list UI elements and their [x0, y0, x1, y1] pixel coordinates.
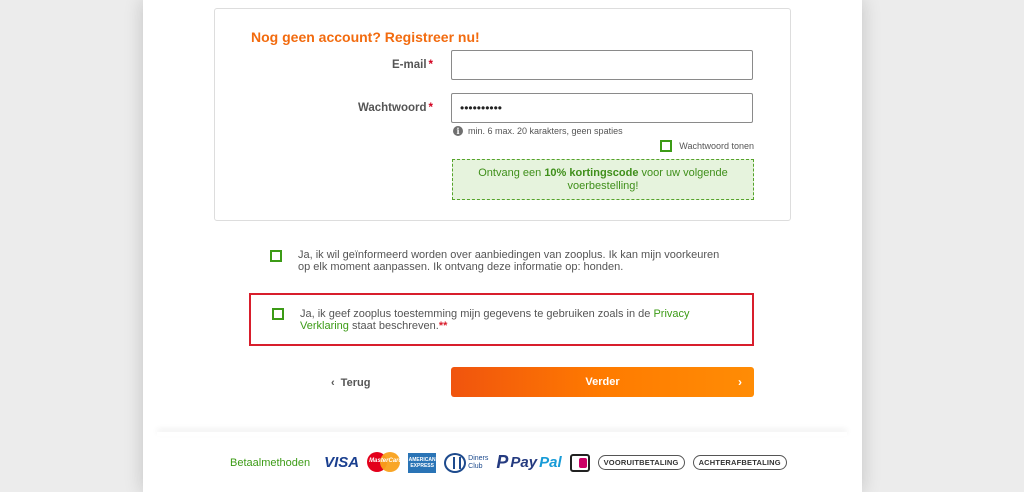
pay-afterwards-badge: ACHTERAFBETALING [692, 455, 787, 470]
show-password-checkbox[interactable] [660, 140, 673, 152]
diners-club-logo: Diners Club [444, 452, 488, 473]
password-field[interactable] [451, 93, 753, 123]
newsletter-checkbox[interactable] [270, 250, 282, 262]
register-card: Nog geen account? Registreer nu! E-mail *… [214, 8, 791, 221]
privacy-consent-text: Ja, ik geef zooplus toestemming mijn geg… [300, 308, 690, 332]
prepayment-badge: VOORUITBETALING [597, 455, 685, 470]
chevron-right-icon: › [738, 375, 742, 389]
mastercard-logo: MasterCard [367, 452, 402, 473]
required-marker: * [428, 102, 433, 114]
chevron-left-icon: ‹ [331, 377, 335, 389]
privacy-consent-optin[interactable]: Ja, ik geef zooplus toestemming mijn geg… [272, 308, 732, 332]
info-icon: i [453, 126, 463, 136]
show-password-toggle[interactable]: Wachtwoord tonen [660, 140, 754, 152]
required-marker: * [428, 59, 433, 71]
newsletter-optin[interactable]: Ja, ik wil geïnformeerd worden over aanb… [270, 249, 730, 273]
privacy-consent-checkbox[interactable] [272, 308, 284, 320]
paypal-icon: P [496, 452, 509, 472]
password-hint: i min. 6 max. 20 karakters, geen spaties [453, 126, 623, 136]
newsletter-text: Ja, ik wil geïnformeerd worden over aanb… [298, 249, 720, 273]
paypal-logo: P Pay Pal [496, 452, 562, 472]
discount-promo-box: Ontvang een 10% kortingscode voor uw vol… [452, 159, 754, 200]
visa-logo: VISA [324, 454, 360, 471]
register-title: Nog geen account? Registreer nu! [251, 29, 480, 45]
payment-methods: Betaalmethoden VISA MasterCard AMERICAN … [230, 452, 787, 473]
checkout-page: Nog geen account? Registreer nu! E-mail *… [143, 0, 862, 492]
privacy-consent-box: Ja, ik geef zooplus toestemming mijn geg… [249, 293, 754, 346]
american-express-logo: AMERICAN EXPRESS [408, 452, 437, 473]
diners-club-icon [444, 452, 467, 473]
footer-divider [157, 432, 847, 436]
password-label: Wachtwoord * [357, 102, 433, 114]
back-button[interactable]: ‹ Terug [331, 377, 370, 389]
email-label: E-mail * [392, 59, 433, 71]
next-button[interactable]: Verder › [451, 367, 754, 397]
ideal-logo [569, 453, 590, 472]
payment-methods-title: Betaalmethoden [230, 456, 311, 469]
email-field[interactable] [451, 50, 753, 80]
